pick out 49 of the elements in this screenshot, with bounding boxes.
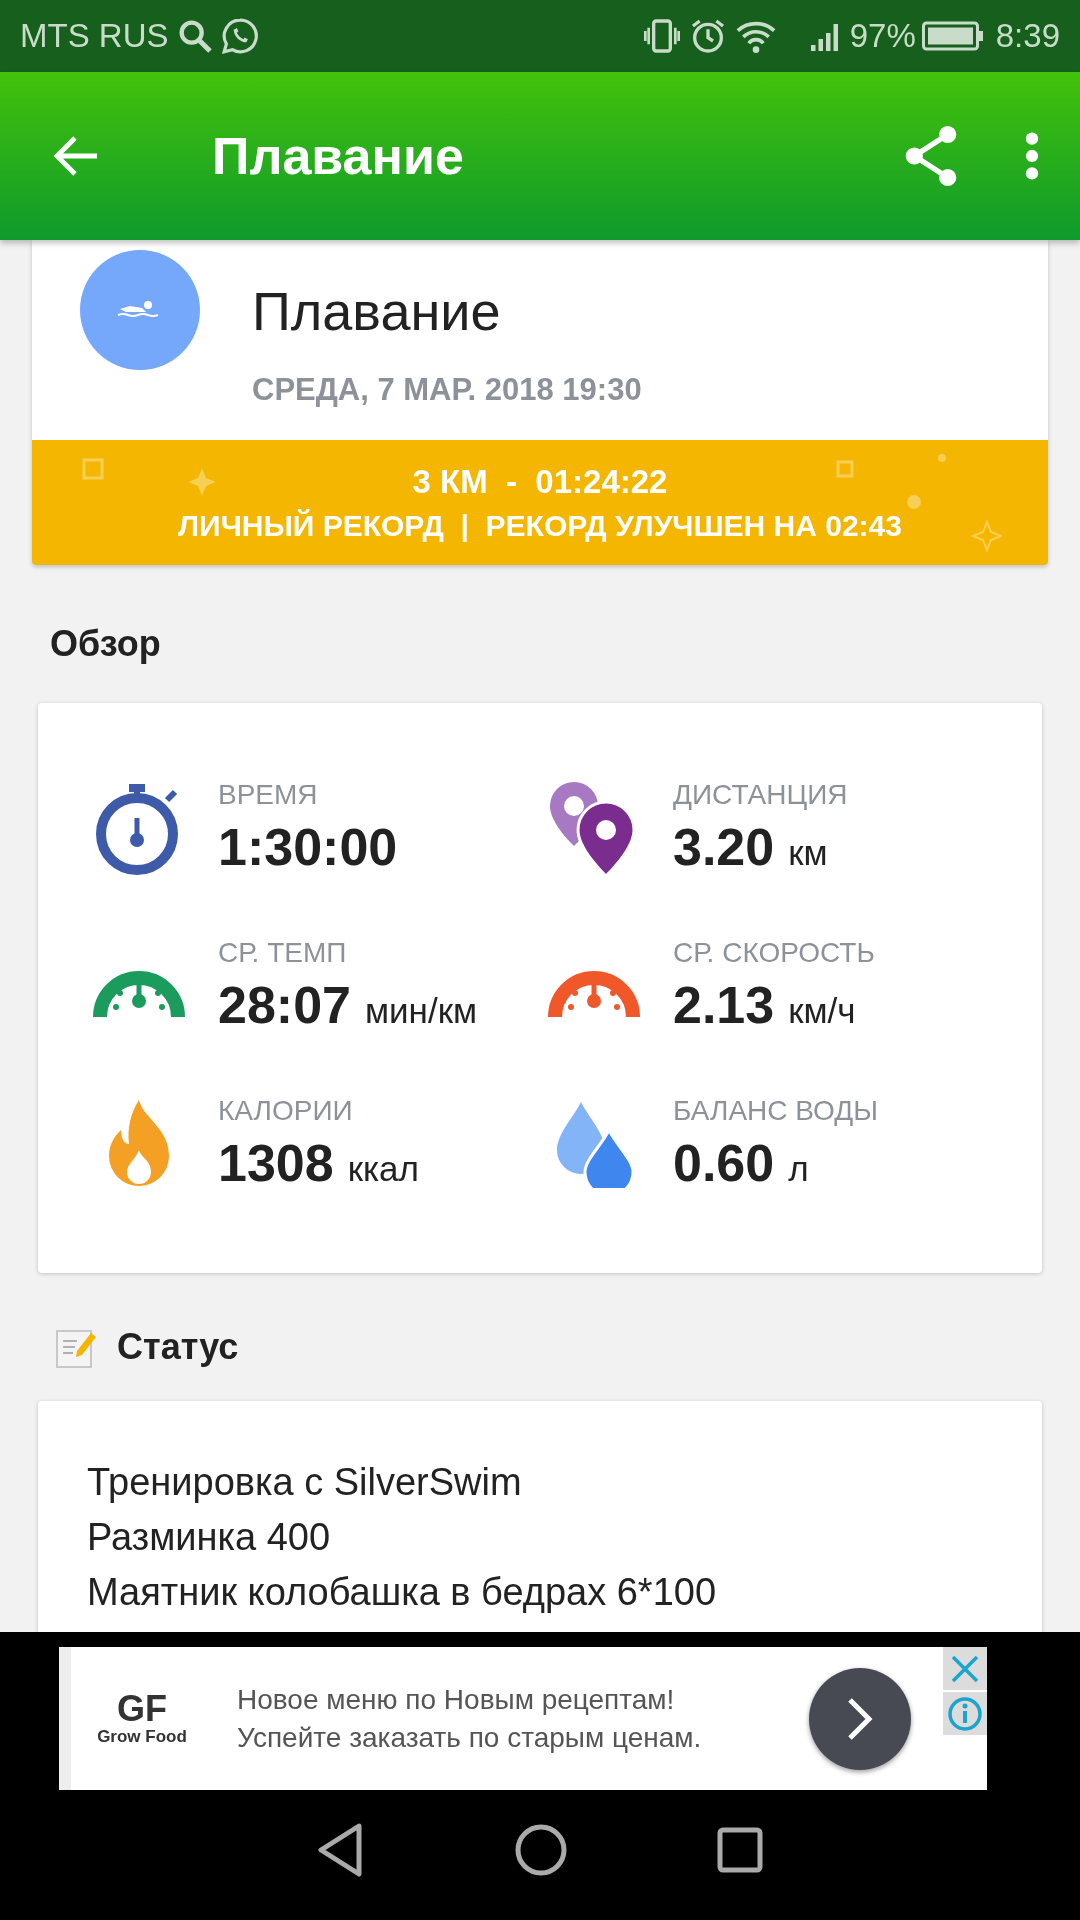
metric-unit: л: [788, 1149, 809, 1188]
screen-title: Плавание: [212, 126, 465, 186]
battery-percent: 97%: [849, 17, 916, 55]
ad-close-button[interactable]: [943, 1647, 987, 1690]
metric-label: БАЛАНС ВОДЫ: [673, 1095, 878, 1127]
ad-logo: GF: [117, 1690, 167, 1727]
metric-label: ВРЕМЯ: [218, 779, 319, 811]
metric-unit: мин/км: [365, 991, 478, 1030]
metric-unit: км/ч: [788, 991, 856, 1030]
ad-info-button[interactable]: [943, 1692, 987, 1735]
record-note: ЛИЧНЫЙ РЕКОРД | РЕКОРД УЛУЧШЕН НА 02:43: [178, 508, 902, 543]
metric-label: СР. СКОРОСТЬ: [673, 937, 875, 969]
metric-value: 3.20: [673, 818, 775, 876]
back-triangle-icon[interactable]: [317, 1822, 365, 1878]
carrier-name: MTS RUS: [20, 17, 169, 55]
metric-value: 1:30:00: [218, 818, 398, 876]
info-icon: [947, 1695, 983, 1732]
record-result: 3 КМ - 01:24:22: [412, 462, 668, 501]
more-options-icon[interactable]: [1024, 131, 1040, 181]
metric-value: 2.13: [673, 976, 775, 1034]
metric-value: 1308: [218, 1134, 334, 1192]
ad-brand: Grow Food: [97, 1726, 187, 1747]
ad-text: Успейте заказать по старым ценам.: [237, 1721, 703, 1754]
close-icon: [950, 1653, 980, 1684]
swimmer-icon: [80, 250, 200, 370]
metric-unit: км: [788, 833, 828, 872]
activity-date: СРЕДА, 7 МАР. 2018 19:30: [252, 372, 642, 408]
metric-label: ДИСТАНЦИЯ: [673, 779, 848, 811]
metric-value: 28:07: [218, 976, 351, 1034]
ad-open-button[interactable]: [809, 1667, 911, 1770]
recents-square-icon[interactable]: [717, 1827, 763, 1873]
vibrate-icon: [641, 16, 682, 56]
activity-title: Плавание: [252, 280, 502, 342]
status-text-line: Тренировка с SilverSwim: [87, 1460, 523, 1505]
section-heading: Обзор: [50, 623, 161, 665]
metric-label: СР. ТЕМП: [218, 937, 348, 969]
battery-icon: [921, 20, 984, 52]
section-heading: Статус: [117, 1326, 239, 1368]
status-text-line: Разминка 400: [87, 1515, 332, 1560]
metric-label: КАЛОРИИ: [218, 1095, 354, 1127]
status-text-line: Маятник колобашка в бедрах 6*100: [87, 1570, 718, 1615]
home-circle-icon[interactable]: [515, 1824, 567, 1876]
clock-time: 8:39: [995, 17, 1060, 55]
chevron-right-icon: [845, 1695, 875, 1742]
metric-value: 0.60: [673, 1134, 775, 1192]
ad-text: Новое меню по Новым рецептам!: [237, 1683, 676, 1716]
ad-banner[interactable]: GF Grow Food Новое меню по Новым рецептам! Успейте заказать по старым ценам.: [59, 1647, 987, 1790]
metric-unit: ккал: [347, 1149, 419, 1188]
chat-icon: [220, 17, 259, 55]
